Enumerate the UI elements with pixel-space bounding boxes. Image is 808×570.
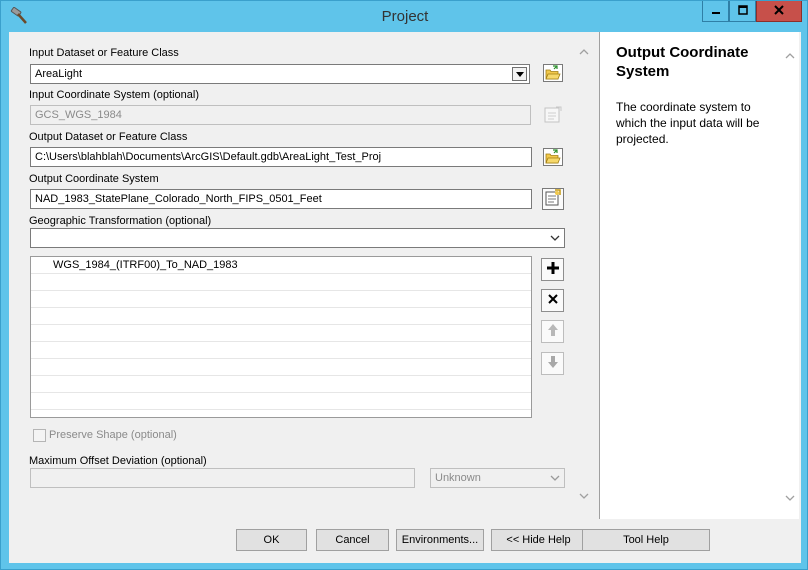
window-title: Project bbox=[381, 8, 429, 25]
list-item-empty bbox=[31, 274, 531, 291]
input-dataset-combobox[interactable]: AreaLight bbox=[30, 64, 530, 84]
help-scroll-up-button[interactable] bbox=[782, 48, 798, 64]
output-coord-system-label: Output Coordinate System bbox=[29, 173, 159, 185]
maximize-icon bbox=[737, 4, 748, 18]
scroll-up-button[interactable] bbox=[576, 44, 592, 60]
add-transformation-button[interactable] bbox=[541, 258, 564, 281]
chevron-down-icon bbox=[785, 492, 795, 504]
list-item-empty bbox=[31, 393, 531, 410]
maximize-button[interactable] bbox=[729, 1, 756, 22]
input-coord-properties-button bbox=[542, 105, 564, 127]
help-title: Output Coordinate System bbox=[616, 44, 749, 80]
list-item-empty bbox=[31, 325, 531, 342]
arrow-down-icon bbox=[547, 355, 559, 372]
list-item-empty bbox=[31, 291, 531, 308]
chevron-down-icon bbox=[550, 472, 560, 484]
max-offset-label: Maximum Offset Deviation (optional) bbox=[29, 455, 207, 467]
spatial-reference-icon bbox=[544, 188, 562, 210]
help-pane: Output Coordinate System The coordinate … bbox=[599, 32, 799, 519]
chevron-up-icon bbox=[579, 46, 589, 58]
minimize-button[interactable] bbox=[702, 1, 729, 22]
open-folder-icon bbox=[543, 63, 563, 85]
dialog-client-area: Input Dataset or Feature Class AreaLight bbox=[9, 32, 801, 563]
arrow-up-icon bbox=[547, 323, 559, 340]
list-item-empty bbox=[31, 342, 531, 359]
move-down-button bbox=[541, 352, 564, 375]
max-offset-unit-dropdown bbox=[548, 472, 562, 484]
max-offset-unit-value: Unknown bbox=[435, 472, 481, 484]
list-item-empty bbox=[31, 308, 531, 325]
output-coord-properties-button[interactable] bbox=[542, 188, 564, 210]
ok-button[interactable]: OK bbox=[236, 529, 307, 551]
geo-transformation-dropdown-button[interactable] bbox=[548, 232, 562, 244]
transformations-list[interactable]: WGS_1984_(ITRF00)_To_NAD_1983 bbox=[30, 256, 532, 418]
delete-x-icon bbox=[547, 293, 559, 308]
list-item-empty bbox=[31, 359, 531, 376]
remove-transformation-button[interactable] bbox=[541, 289, 564, 312]
button-bar: OK Cancel Environments... << Hide Help T… bbox=[9, 519, 801, 563]
minimize-icon bbox=[711, 5, 721, 18]
input-dataset-label: Input Dataset or Feature Class bbox=[29, 47, 179, 59]
tool-help-button[interactable]: Tool Help bbox=[582, 529, 710, 551]
cancel-button[interactable]: Cancel bbox=[316, 529, 389, 551]
max-offset-field bbox=[30, 468, 415, 488]
help-scrollbar[interactable] bbox=[782, 32, 798, 519]
geo-transformation-combobox[interactable] bbox=[30, 228, 565, 248]
environments-button[interactable]: Environments... bbox=[396, 529, 484, 551]
project-dialog: Project Input Dataset or Feature Class A… bbox=[0, 0, 808, 570]
title-bar: Project bbox=[1, 1, 807, 32]
close-icon bbox=[774, 4, 784, 18]
browse-input-button[interactable] bbox=[542, 63, 564, 85]
max-offset-unit-select: Unknown bbox=[430, 468, 565, 488]
output-coord-system-field[interactable]: NAD_1983_StatePlane_Colorado_North_FIPS_… bbox=[30, 189, 532, 209]
help-scroll-down-button[interactable] bbox=[782, 490, 798, 506]
parameters-pane: Input Dataset or Feature Class AreaLight bbox=[9, 32, 597, 518]
chevron-down-icon bbox=[579, 490, 589, 502]
close-button[interactable] bbox=[756, 1, 802, 22]
browse-output-button[interactable] bbox=[542, 147, 564, 169]
hide-help-button[interactable]: << Hide Help bbox=[491, 529, 586, 551]
chevron-up-icon bbox=[785, 50, 795, 62]
input-dataset-value: AreaLight bbox=[35, 68, 83, 80]
scroll-down-button[interactable] bbox=[576, 488, 592, 504]
help-text: The coordinate system to which the input… bbox=[616, 100, 760, 146]
output-dataset-field[interactable]: C:\Users\blahblah\Documents\ArcGIS\Defau… bbox=[30, 147, 532, 167]
geo-transformation-label: Geographic Transformation (optional) bbox=[29, 215, 212, 227]
parameters-scrollbar[interactable] bbox=[576, 44, 592, 512]
chevron-down-icon bbox=[515, 68, 524, 80]
spatial-reference-icon bbox=[543, 105, 563, 128]
input-coord-system-label: Input Coordinate System (optional) bbox=[29, 89, 199, 101]
output-dataset-label: Output Dataset or Feature Class bbox=[29, 131, 188, 143]
plus-icon bbox=[546, 261, 560, 278]
move-up-button bbox=[541, 320, 564, 343]
preserve-shape-checkbox[interactable] bbox=[33, 429, 46, 442]
list-item[interactable]: WGS_1984_(ITRF00)_To_NAD_1983 bbox=[31, 257, 531, 274]
open-folder-icon bbox=[543, 147, 563, 169]
list-item-empty bbox=[31, 376, 531, 393]
preserve-shape-label: Preserve Shape (optional) bbox=[49, 429, 177, 441]
input-coord-system-field: GCS_WGS_1984 bbox=[30, 105, 531, 125]
input-dataset-dropdown-button[interactable] bbox=[512, 67, 527, 81]
chevron-down-icon bbox=[550, 232, 560, 244]
